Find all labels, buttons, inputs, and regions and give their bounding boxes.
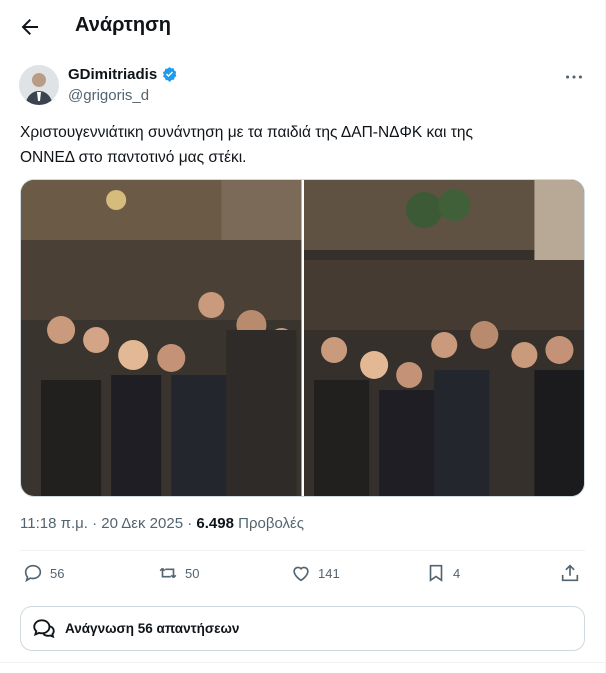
bookmark-count: 4 xyxy=(453,565,461,581)
post-date[interactable]: 20 Δεκ 2025 xyxy=(101,515,183,532)
read-replies-button[interactable]: Ανάγνωση 56 απαντήσεων xyxy=(20,606,585,651)
group-photo-2[interactable] xyxy=(303,180,585,496)
post-views-label: Προβολές xyxy=(238,515,304,532)
reply-icon xyxy=(24,564,42,583)
share-button[interactable] xyxy=(559,562,581,584)
like-icon xyxy=(293,566,309,582)
post-media[interactable] xyxy=(20,179,585,497)
header: Ανάρτηση xyxy=(0,0,605,53)
repost-count: 50 xyxy=(185,565,200,581)
page-title: Ανάρτηση xyxy=(75,14,171,36)
post-views-count: 6.498 xyxy=(196,515,234,532)
repost-icon xyxy=(159,567,177,579)
back-arrow-icon[interactable] xyxy=(18,15,42,39)
post-text-line: ΟΝΝΕΔ στο παντοτινό μας στέκι. xyxy=(20,149,247,166)
verified-badge-icon xyxy=(163,67,177,82)
read-replies-label: Ανάγνωση 56 απαντήσεων xyxy=(65,621,239,636)
group-photo-1[interactable] xyxy=(21,180,302,496)
post-meta: 11:18 π.μ. · 20 Δεκ 2025 · 6.498 Προβολέ… xyxy=(20,515,304,532)
read-replies-count: 56 xyxy=(137,621,153,636)
post-page: Ανάρτηση GDimitriadis @grigoris_d Χριστο… xyxy=(0,0,606,673)
author-name[interactable]: GDimitriadis xyxy=(68,66,157,83)
post-text-line: Χριστουγεννιάτικη συνάντηση με τα παιδιά… xyxy=(20,124,474,141)
reply-button[interactable]: 56 xyxy=(22,562,64,584)
share-icon xyxy=(561,564,579,582)
more-icon[interactable] xyxy=(563,66,585,88)
divider xyxy=(20,550,585,551)
like-button[interactable]: 141 xyxy=(290,562,340,584)
like-count: 141 xyxy=(318,565,340,581)
avatar[interactable] xyxy=(19,65,59,105)
post-time[interactable]: 11:18 π.μ. xyxy=(20,515,88,532)
author-name-row[interactable]: GDimitriadis xyxy=(68,66,178,83)
speech-bubbles-icon xyxy=(33,618,55,638)
read-replies-suffix: απαντήσεων xyxy=(156,621,240,636)
bookmark-button[interactable]: 4 xyxy=(425,562,460,584)
action-bar: 56 50 141 4 xyxy=(20,562,585,590)
repost-button[interactable]: 50 xyxy=(157,562,199,584)
bookmark-icon xyxy=(429,564,443,582)
author-handle[interactable]: @grigoris_d xyxy=(68,87,149,104)
read-replies-prefix: Ανάγνωση xyxy=(65,621,134,636)
bottom-divider xyxy=(0,662,605,663)
post-text: Χριστουγεννιάτικη συνάντηση με τα παιδιά… xyxy=(20,120,580,170)
reply-count: 56 xyxy=(50,565,65,581)
